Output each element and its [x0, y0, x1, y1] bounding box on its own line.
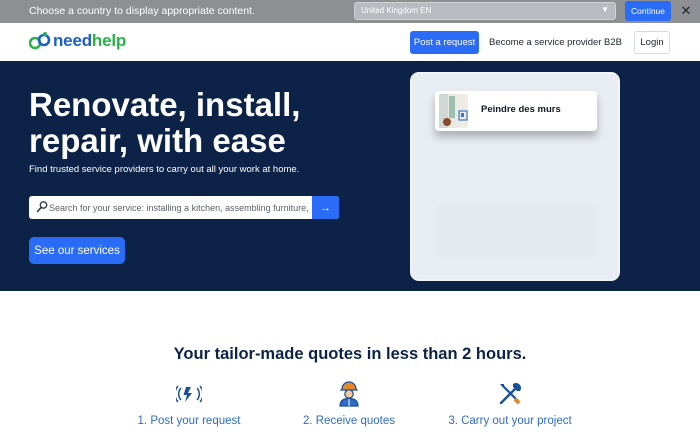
site-header: needhelp Post a request Become a service…: [0, 23, 700, 61]
preview-service-item[interactable]: Peindre des murs: [435, 91, 597, 131]
preview-item-label: Peindre des murs: [481, 104, 561, 115]
continue-button[interactable]: Continue: [625, 1, 671, 21]
search-submit-button[interactable]: →: [312, 196, 339, 219]
see-services-button[interactable]: See our services: [29, 237, 125, 264]
logo-text: needhelp: [53, 31, 127, 50]
lightning-request-icon: [176, 385, 202, 403]
chevron-down-icon: ▼: [601, 5, 609, 14]
hero-section: Renovate, install, repair, with ease Fin…: [0, 61, 700, 291]
paint-roller-thumbnail: [439, 94, 468, 128]
worker-icon: [339, 381, 359, 407]
search-input[interactable]: [49, 196, 311, 219]
country-select[interactable]: United Kingdom EN ▼: [354, 2, 616, 20]
needhelp-logo-icon: [29, 32, 51, 50]
service-preview-card: Peindre des murs: [410, 72, 620, 281]
service-search: →: [29, 196, 339, 219]
search-icon: [36, 201, 48, 213]
country-banner-message: Choose a country to display appropriate …: [29, 5, 255, 17]
step-label[interactable]: 3. Carry out your project: [445, 415, 575, 427]
step-label[interactable]: 2. Receive quotes: [284, 415, 414, 427]
hero-subtitle: Find trusted service providers to carry …: [29, 164, 300, 175]
country-banner: Choose a country to display appropriate …: [0, 0, 700, 23]
post-request-button[interactable]: Post a request: [410, 31, 479, 54]
step-label[interactable]: 1. Post your request: [124, 415, 254, 427]
become-provider-link[interactable]: Become a service provider: [489, 37, 601, 48]
country-select-value: United Kingdom EN: [361, 6, 432, 15]
b2b-link[interactable]: B2B: [604, 37, 622, 48]
close-icon[interactable]: ✕: [678, 3, 694, 19]
logo[interactable]: needhelp: [29, 31, 126, 51]
steps-tagline: Your tailor-made quotes in less than 2 h…: [173, 345, 527, 363]
tools-icon: [499, 383, 521, 405]
login-button[interactable]: Login: [634, 31, 670, 54]
preview-placeholder: [436, 202, 596, 258]
hero-title: Renovate, install, repair, with ease: [29, 86, 301, 159]
